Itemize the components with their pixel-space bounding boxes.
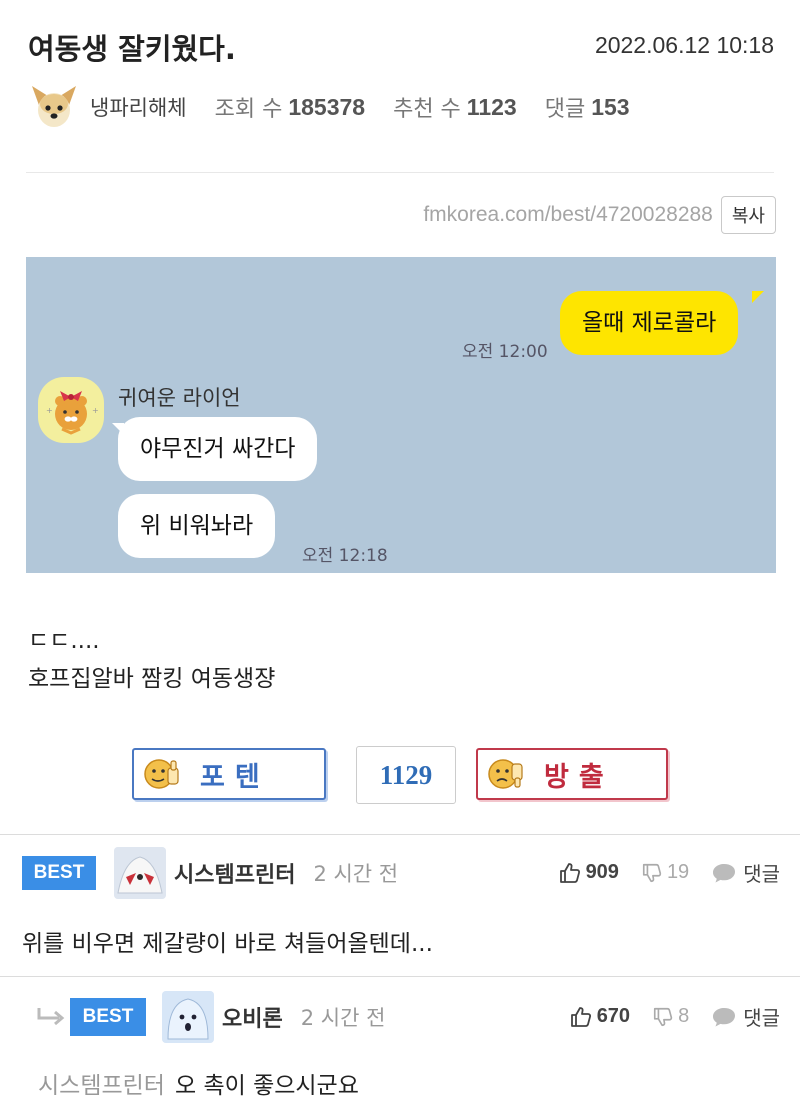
bang-label: 방출 <box>544 761 614 793</box>
body-line: 호프집알바 짬킹 여동생쟝 <box>28 666 276 692</box>
comments-divider <box>0 834 800 835</box>
dog-avatar-icon <box>32 86 76 127</box>
speech-bubble-icon[interactable] <box>711 862 737 884</box>
author-name[interactable]: 냉파리해체 <box>90 92 187 122</box>
comment-time: 2 시간 전 <box>300 1006 386 1030</box>
commenter-nick[interactable]: 시스템프린터 <box>174 857 295 889</box>
my-message-time: 오전 12:00 <box>462 342 548 362</box>
bubble-tail <box>752 291 764 303</box>
comment-header: BEST 시스템프린터 2 시간 전 <box>22 846 398 900</box>
post-datetime: 2022.06.12 10:18 <box>594 32 774 58</box>
vote-count: 1129 <box>356 746 456 804</box>
svg-text:+: + <box>46 406 53 415</box>
comment-time: 2 시간 전 <box>313 862 399 886</box>
bang-vote-button[interactable]: 방출 <box>476 748 668 800</box>
ryan-avatar: + + <box>38 377 104 443</box>
post-url[interactable]: fmkorea.com/best/4720028288 <box>423 203 713 227</box>
comment-actions: 909 19 댓글 <box>558 858 780 887</box>
recommend-label: 추천 수 <box>393 97 461 122</box>
like-count: 909 <box>585 861 619 883</box>
thumbs-up-face-icon <box>144 759 179 789</box>
commenter-nick[interactable]: 오비론 <box>222 1001 283 1033</box>
post-title: 여동생 잘키웠다. <box>28 32 236 66</box>
thumbs-down-icon[interactable] <box>641 862 663 884</box>
commenter-avatar[interactable] <box>162 991 214 1043</box>
thumbs-down-icon[interactable] <box>652 1006 674 1028</box>
comments-label: 댓글 <box>544 97 586 122</box>
dislike-count: 8 <box>678 1005 690 1027</box>
mention-nick[interactable]: 시스템프린터 <box>38 1073 165 1099</box>
commenter-avatar[interactable] <box>114 847 166 899</box>
thumbs-up-icon[interactable] <box>569 1005 593 1029</box>
reply-link[interactable]: 댓글 <box>743 858 780 887</box>
reply-bubble-2: 위 비워놔라 <box>118 494 276 558</box>
best-badge: BEST <box>22 856 96 890</box>
chat-sender-name: 귀여운 라이언 <box>118 386 241 410</box>
author-avatar[interactable] <box>28 82 80 132</box>
views-label: 조회 수 <box>214 97 283 122</box>
body-line: ㄷㄷ.... <box>28 628 100 654</box>
thumbs-down-face-icon <box>488 759 523 789</box>
best-badge: BEST <box>70 998 146 1036</box>
potent-label: 포텐 <box>200 761 270 793</box>
views-count: 185378 <box>288 93 366 120</box>
chat-screenshot: 올때 제로콜라 오전 12:00 + + 귀여운 라이언 야무진거 싸간다 위 … <box>26 257 776 573</box>
comment-body: 오 촉이 좋으시군요 <box>174 1073 359 1099</box>
reply-comment-header: BEST 오비론 2 시간 전 <box>36 990 385 1044</box>
dislike-count: 19 <box>666 861 690 883</box>
comment-text: 시스템프린터 오 촉이 좋으시군요 <box>38 1066 359 1100</box>
character-avatar-icon <box>162 991 214 1043</box>
thumbs-up-icon[interactable] <box>558 861 582 885</box>
potent-vote-button[interactable]: 포텐 <box>132 748 326 800</box>
copy-url-button[interactable]: 복사 <box>720 196 776 234</box>
character-avatar-icon <box>114 847 166 899</box>
like-count: 670 <box>596 1005 631 1027</box>
post-meta: 냉파리해체 조회 수 185378 추천 수 1123 댓글 153 <box>28 82 658 132</box>
header-divider <box>26 172 774 173</box>
reply-bubble-1: 야무진거 싸간다 <box>118 417 318 481</box>
url-row: fmkorea.com/best/4720028288 복사 <box>423 196 776 234</box>
comment-actions: 670 8 댓글 <box>569 1002 780 1031</box>
comment-text: 위를 비우면 제갈량이 바로 쳐들어올텐데... <box>22 931 433 957</box>
comment-divider <box>0 976 800 977</box>
comments-count: 153 <box>591 93 630 120</box>
my-message-bubble: 올때 제로콜라 <box>560 291 739 355</box>
svg-text:+: + <box>92 406 99 415</box>
speech-bubble-icon[interactable] <box>711 1006 737 1028</box>
post-body: ㄷㄷ.... 호프집알바 짬킹 여동생쟝 <box>28 622 275 698</box>
reply-link[interactable]: 댓글 <box>743 1002 780 1031</box>
reply-time: 오전 12:18 <box>302 546 388 566</box>
lion-character-icon: + + <box>46 391 99 435</box>
reply-arrow-icon <box>37 1008 65 1026</box>
recommend-count: 1123 <box>466 93 517 120</box>
